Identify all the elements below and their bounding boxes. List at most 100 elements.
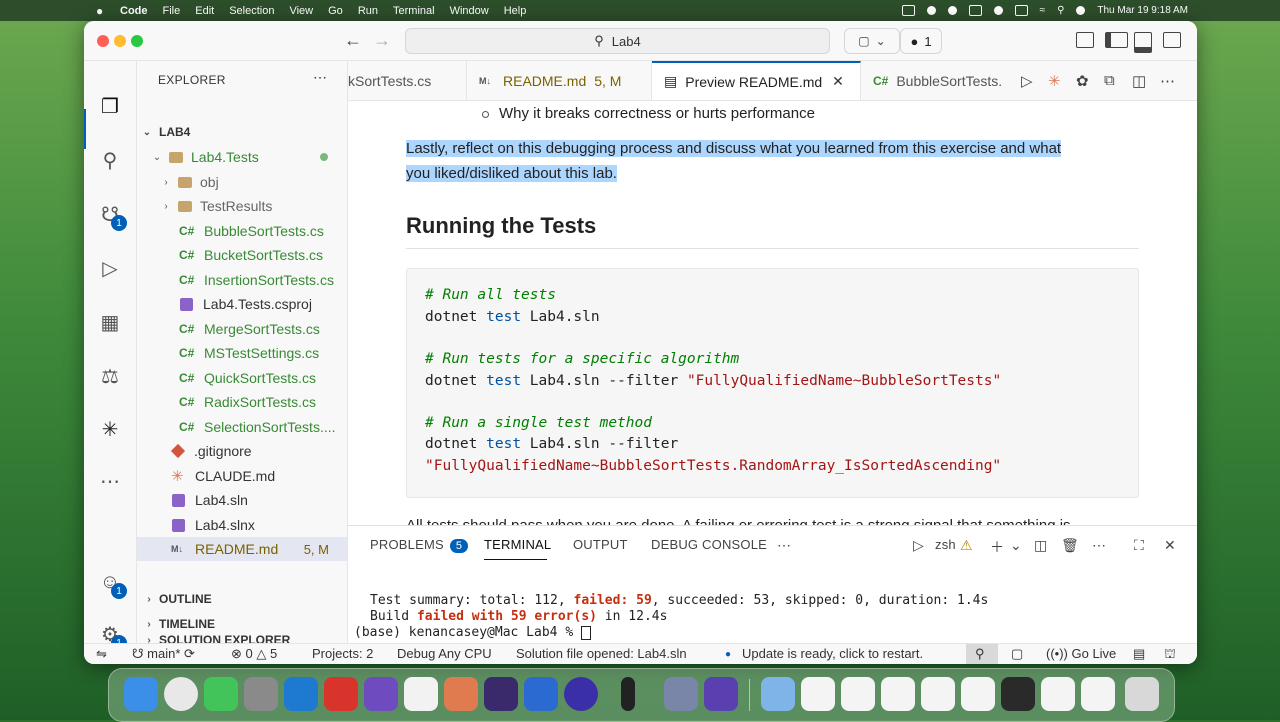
maximize-window-button[interactable] (131, 35, 143, 47)
tree-file[interactable]: ✳ CLAUDE.md (137, 464, 347, 488)
command-center[interactable]: ⚲ Lab4 (405, 28, 830, 54)
tree-file[interactable]: C# MergeSortTests.cs (137, 317, 347, 341)
tab-readme[interactable]: M↓ README.md 5, M (467, 61, 652, 100)
window-thumbnail[interactable] (1041, 677, 1075, 711)
menu-selection[interactable]: Selection (229, 5, 274, 17)
screen-icon[interactable] (901, 5, 915, 16)
split-editor-icon[interactable]: ◫ (1132, 72, 1146, 90)
layout-icon[interactable]: ▤ (1133, 646, 1145, 662)
copilot-status-icon[interactable]: ▢ (1011, 646, 1023, 662)
close-tab-icon[interactable]: ✕ (832, 73, 844, 90)
run-debug-icon[interactable]: ▷ (97, 255, 123, 281)
split-terminal-icon[interactable]: ◫ (1034, 537, 1047, 554)
go-live-button[interactable]: ((•)) Go Live (1046, 646, 1116, 661)
settings-app-icon[interactable] (244, 677, 278, 711)
code-block[interactable]: # Run all tests dotnet test Lab4.sln # R… (406, 268, 1139, 498)
warning-icon[interactable]: ⚠ (960, 537, 973, 554)
tree-file[interactable]: C# MSTestSettings.cs (137, 341, 347, 365)
messages-icon[interactable] (204, 677, 238, 711)
clock[interactable]: Thu Mar 19 9:18 AM (1097, 5, 1188, 16)
app-menu[interactable]: Code (120, 5, 148, 17)
tree-root[interactable]: ⌄ LAB4 (137, 120, 347, 144)
minimize-window-button[interactable] (114, 35, 126, 47)
finder-icon[interactable] (124, 677, 158, 711)
projects-indicator[interactable]: Projects: 2 (312, 646, 373, 661)
run-icon[interactable]: ▷ (1021, 72, 1033, 90)
tab-debug-console[interactable]: DEBUG CONSOLE (651, 537, 767, 552)
terminal-shell-name[interactable]: zsh (935, 537, 956, 552)
toggle-sidebar-icon[interactable] (1105, 32, 1128, 48)
explorer-icon[interactable]: ❐ (97, 93, 123, 119)
close-panel-icon[interactable]: ✕ (1164, 537, 1176, 554)
app-icon[interactable] (621, 677, 635, 711)
menu-help[interactable]: Help (504, 5, 527, 17)
tree-file[interactable]: .gitignore (137, 439, 347, 463)
customize-layout-icon[interactable] (1076, 32, 1094, 48)
status-icon[interactable] (968, 5, 982, 16)
menu-edit[interactable]: Edit (195, 5, 214, 17)
notifications-indicator[interactable]: ● 1 (900, 28, 942, 54)
status-icon[interactable] (947, 6, 957, 15)
chatgpt-icon[interactable] (404, 677, 438, 711)
github-icon[interactable] (704, 677, 738, 711)
remote-icon[interactable]: ⇋ (96, 646, 107, 662)
chevron-down-icon[interactable]: ⌄ (1010, 537, 1022, 554)
apple-menu-icon[interactable]: ● (96, 4, 103, 18)
section-outline[interactable]: › OUTLINE (137, 587, 347, 611)
wifi-icon[interactable]: ≈ (1040, 5, 1046, 16)
tab-problems[interactable]: PROBLEMS 5 (370, 537, 469, 553)
extensions-icon[interactable]: ▦ (97, 309, 123, 335)
window-thumbnail[interactable] (1081, 677, 1115, 711)
chrome-icon[interactable] (164, 677, 198, 711)
toggle-panel-icon[interactable] (1134, 32, 1152, 53)
zoom-button[interactable]: ⚲ (966, 644, 998, 664)
tree-file[interactable]: C# QuickSortTests.cs (137, 366, 347, 390)
tree-file[interactable]: C# BucketSortTests.cs (137, 243, 347, 267)
tree-file[interactable]: Lab4.slnx (137, 513, 347, 537)
problems-indicator[interactable]: ⊗ 0 △ 5 (231, 646, 277, 662)
tree-folder-lab4-tests[interactable]: ⌄ Lab4.Tests (137, 145, 347, 169)
downloads-icon[interactable] (761, 677, 795, 711)
menu-file[interactable]: File (163, 5, 181, 17)
tree-file[interactable]: C# InsertionSortTests.cs (137, 268, 347, 292)
solution-status[interactable]: Solution file opened: Lab4.sln (516, 646, 687, 661)
forward-arrow-icon[interactable]: → (373, 30, 391, 51)
more-actions-icon[interactable]: ⋯ (1092, 537, 1106, 554)
tree-folder-testresults[interactable]: › TestResults (137, 194, 347, 218)
toggle-secondary-sidebar-icon[interactable] (1163, 32, 1181, 48)
claude-app-icon[interactable] (444, 677, 478, 711)
open-source-icon[interactable]: ⧉ (1104, 72, 1115, 89)
terminal-icon[interactable]: ▷ (913, 537, 924, 554)
menu-go[interactable]: Go (328, 5, 343, 17)
tree-file-selected[interactable]: M↓ README.md 5, M (137, 537, 347, 561)
app-icon[interactable] (564, 677, 598, 711)
claude-icon[interactable]: ✳ (1048, 72, 1061, 90)
testing-icon[interactable]: ⚖ (97, 363, 123, 389)
tree-file[interactable]: C# RadixSortTests.cs (137, 390, 347, 414)
claude-icon[interactable]: ✳ (97, 416, 123, 442)
search-icon[interactable]: ⚲ (97, 147, 123, 173)
more-actions-icon[interactable]: ⋯ (313, 69, 327, 86)
tab-sort-tests[interactable]: kSortTests.cs (348, 61, 467, 100)
tree-folder-obj[interactable]: › obj (137, 170, 347, 194)
tab-bubblesort[interactable]: C# BubbleSortTests. (861, 61, 1011, 100)
window-thumbnail[interactable] (841, 677, 875, 711)
back-arrow-icon[interactable]: ← (344, 30, 362, 51)
app-icon[interactable] (664, 677, 698, 711)
copilot-button[interactable]: ▢ ⌄ (844, 28, 900, 54)
tab-preview-readme[interactable]: ▤ Preview README.md ✕ (652, 61, 861, 100)
openai-icon[interactable]: ✿ (1076, 72, 1089, 90)
add-terminal-icon[interactable]: ＋ (990, 537, 1004, 557)
terminal-prompt[interactable]: (base) kenancasey@Mac Lab4 % (354, 625, 591, 640)
tree-file[interactable]: Lab4.Tests.csproj (137, 292, 347, 316)
user-icon[interactable] (1076, 6, 1086, 15)
tree-file[interactable]: Lab4.sln (137, 488, 347, 512)
status-icon[interactable] (926, 6, 936, 15)
tree-file[interactable]: C# BubbleSortTests.cs (137, 219, 347, 243)
github-desktop-icon[interactable] (364, 677, 398, 711)
todoist-icon[interactable] (324, 677, 358, 711)
vscode-app-icon[interactable] (284, 677, 318, 711)
app-icon[interactable] (524, 677, 558, 711)
tab-output[interactable]: OUTPUT (573, 537, 628, 552)
tab-terminal[interactable]: TERMINAL (484, 537, 551, 552)
